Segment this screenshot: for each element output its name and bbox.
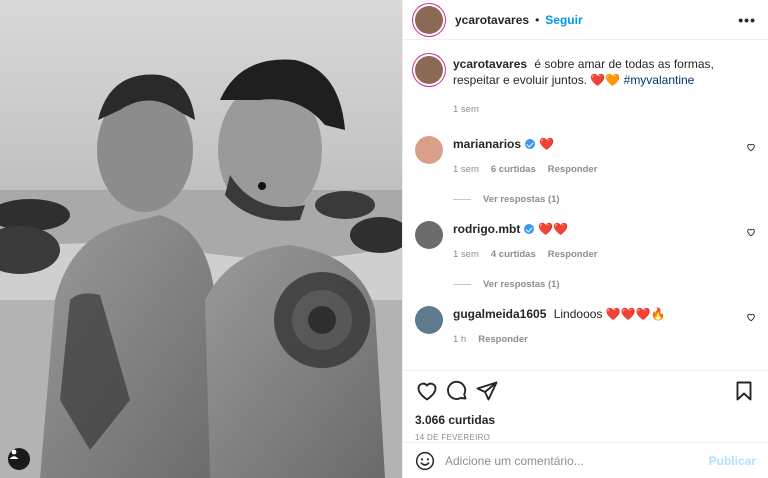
comment-username[interactable]: marianarios [453, 137, 521, 151]
comment-likes[interactable]: 6 curtidas [491, 162, 536, 178]
author-username[interactable]: ycarotavares [455, 13, 529, 27]
caption-hashtag[interactable]: #myvalantine [624, 73, 695, 87]
replies-divider [453, 284, 471, 285]
comment-username[interactable]: gugalmeida1605 [453, 307, 546, 321]
list-item: marianarios ❤️ 1 sem 6 curtidas Responder [415, 136, 756, 178]
instagram-post: ycarotavares • Seguir ••• ycarotavares é… [0, 0, 768, 478]
reply-button[interactable]: Responder [478, 332, 528, 348]
author-avatar[interactable] [415, 5, 443, 34]
bookmark-icon[interactable] [732, 379, 756, 403]
comment-text: Lindooos ❤️❤️❤️🔥 [553, 307, 666, 321]
view-replies-label: Ver respostas (1) [483, 279, 560, 290]
likes-count[interactable]: 3.066 curtidas [415, 413, 756, 427]
action-icons [415, 379, 756, 403]
add-comment-bar: Publicar [403, 442, 768, 478]
more-options-icon[interactable]: ••• [738, 12, 756, 28]
comment-like-heart-icon[interactable] [746, 312, 756, 322]
comment-text: ❤️ [539, 137, 554, 151]
comment-like-heart-icon[interactable] [746, 142, 756, 152]
comment-username[interactable]: rodrigo.mbt [453, 222, 520, 236]
comment-avatar[interactable] [415, 221, 443, 249]
post-date[interactable]: 14 DE FEVEREIRO [415, 433, 756, 442]
post-header: ycarotavares • Seguir ••• [403, 0, 768, 40]
caption: ycarotavares é sobre amar de todas as fo… [415, 56, 756, 118]
paper-plane-icon[interactable] [475, 379, 499, 403]
caption-author[interactable]: ycarotavares [453, 57, 527, 71]
verified-badge-icon [524, 224, 535, 234]
view-replies-button[interactable]: Ver respostas (1) [453, 279, 756, 290]
comment-avatar[interactable] [415, 136, 443, 164]
publish-button[interactable]: Publicar [709, 454, 756, 468]
comments-list[interactable]: ycarotavares é sobre amar de todas as fo… [403, 40, 768, 370]
add-comment-input[interactable] [445, 453, 709, 468]
reply-button[interactable]: Responder [548, 247, 598, 263]
heart-icon[interactable] [415, 379, 439, 403]
post-photo[interactable] [0, 0, 402, 478]
photo-image [0, 0, 402, 478]
replies-divider [453, 199, 471, 200]
follow-button[interactable]: Seguir [545, 13, 582, 27]
smiley-icon[interactable] [415, 451, 435, 471]
user-tag-icon [9, 449, 19, 459]
comment-icon[interactable] [445, 379, 469, 403]
comment-time[interactable]: 1 sem [453, 162, 479, 178]
caption-author-avatar[interactable] [415, 56, 443, 84]
list-item: gugalmeida1605 Lindooos ❤️❤️❤️🔥 1 h Resp… [415, 306, 756, 348]
caption-time[interactable]: 1 sem [453, 102, 479, 118]
list-item: rodrigo.mbt ❤️❤️ 1 sem 4 curtidas Respond… [415, 221, 756, 263]
comment-time[interactable]: 1 h [453, 332, 466, 348]
comment-text: ❤️❤️ [538, 222, 569, 236]
comment-time[interactable]: 1 sem [453, 247, 479, 263]
comment-avatar[interactable] [415, 306, 443, 334]
view-replies-label: Ver respostas (1) [483, 194, 560, 205]
verified-badge-icon [525, 139, 536, 149]
tag-people-button[interactable] [8, 448, 30, 470]
comment-like-heart-icon[interactable] [746, 227, 756, 237]
view-replies-button[interactable]: Ver respostas (1) [453, 194, 756, 205]
reply-button[interactable]: Responder [548, 162, 598, 178]
comment-likes[interactable]: 4 curtidas [491, 247, 536, 263]
header-separator: • [535, 12, 540, 27]
post-sidebar: ycarotavares • Seguir ••• ycarotavares é… [402, 0, 768, 478]
